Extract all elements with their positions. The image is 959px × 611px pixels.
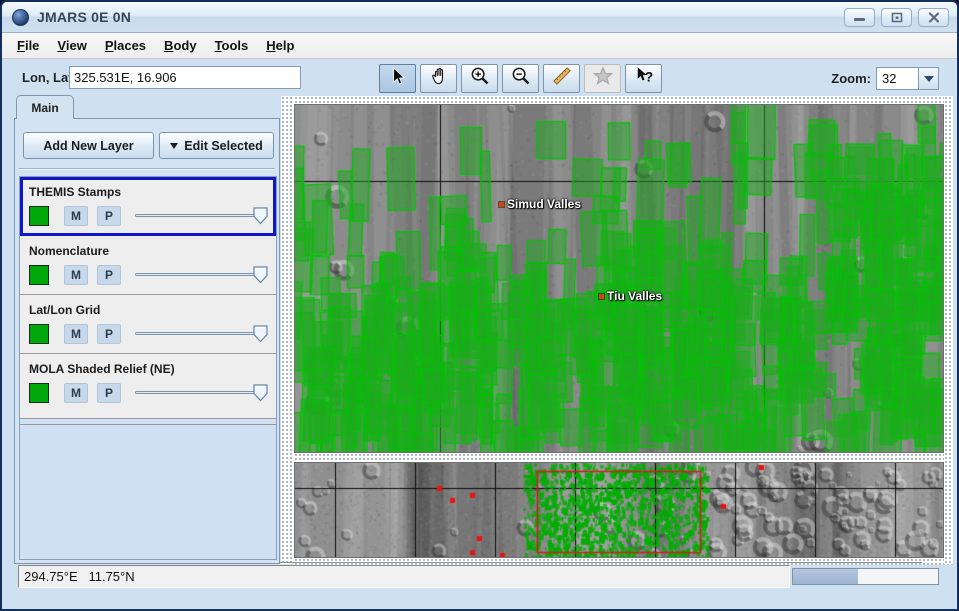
layer-p-button[interactable]: P	[97, 324, 121, 344]
lonlat-input[interactable]	[69, 66, 301, 89]
select-tool-button[interactable]	[379, 64, 416, 93]
tool-buttons: ?	[379, 64, 662, 93]
zoom-in-icon	[470, 66, 490, 91]
panner-canvas[interactable]	[295, 463, 943, 557]
layer-p-button[interactable]: P	[97, 265, 121, 285]
zoom-value: 32	[877, 68, 918, 89]
layer-name: THEMIS Stamps	[29, 185, 121, 199]
jmars-window: JMARS 0E 0N FileViewPlacesBodyToolsHelp …	[0, 0, 959, 611]
layer-name: Nomenclature	[29, 244, 109, 258]
zoom-in-tool-button[interactable]	[461, 64, 498, 93]
menu-view[interactable]: View	[48, 34, 95, 57]
select-icon	[388, 66, 408, 91]
pan-tool-button[interactable]	[420, 64, 457, 93]
slider-thumb[interactable]	[253, 266, 268, 289]
progress-fill	[793, 569, 858, 584]
zoom-out-icon	[511, 66, 531, 91]
split-divider[interactable]	[281, 96, 294, 564]
progress-bar	[792, 568, 939, 585]
close-button[interactable]	[918, 8, 949, 27]
main-map-canvas[interactable]	[295, 105, 943, 452]
layer-m-button[interactable]: M	[64, 206, 88, 226]
ruler-icon	[552, 66, 572, 91]
slider-track	[135, 332, 264, 335]
divider	[19, 168, 275, 170]
slider-track	[135, 391, 264, 394]
slider-track	[135, 214, 264, 217]
menu-help[interactable]: Help	[257, 34, 303, 57]
layer-visibility-swatch[interactable]	[29, 265, 49, 285]
zoom-label: Zoom:	[831, 71, 871, 86]
tool-bar: Lon, Lat ? Zoom: 32	[2, 59, 957, 96]
layer-p-button[interactable]: P	[97, 383, 121, 403]
slider-thumb[interactable]	[253, 207, 268, 230]
add-new-layer-button[interactable]: Add New Layer	[23, 132, 154, 159]
svg-text:?: ?	[644, 70, 652, 85]
minimize-button[interactable]	[844, 8, 875, 27]
chevron-down-icon	[170, 143, 178, 149]
window-controls	[844, 8, 949, 27]
menu-bar: FileViewPlacesBodyToolsHelp	[2, 33, 957, 59]
layer-row[interactable]: THEMIS Stamps MP	[20, 177, 276, 236]
maximize-button[interactable]	[881, 8, 912, 27]
layer-name: Lat/Lon Grid	[29, 303, 100, 317]
main-map-view[interactable]: Simud VallesTiu Valles	[294, 104, 944, 453]
menu-tools[interactable]: Tools	[206, 34, 258, 57]
slider-track	[135, 273, 264, 276]
menu-file[interactable]: File	[8, 34, 48, 57]
help-icon: ?	[634, 66, 654, 91]
zoom-out-tool-button[interactable]	[502, 64, 539, 93]
zoom-combo[interactable]: 32	[876, 67, 939, 90]
cursor-coordinates: 294.75°E 11.75°N	[18, 565, 790, 588]
layer-opacity-slider[interactable]	[135, 325, 268, 343]
layer-visibility-swatch[interactable]	[29, 324, 49, 344]
panner-view[interactable]	[294, 462, 944, 558]
tab-main[interactable]: Main	[16, 95, 74, 119]
layer-row[interactable]: Nomenclature MP	[20, 236, 276, 295]
title-bar[interactable]: JMARS 0E 0N	[2, 2, 957, 33]
measure-tool-button[interactable]	[543, 64, 580, 93]
star-icon	[593, 66, 613, 91]
layer-p-button[interactable]: P	[97, 206, 121, 226]
layer-m-button[interactable]: M	[64, 265, 88, 285]
edit-selected-label: Edit Selected	[184, 139, 263, 153]
slider-thumb[interactable]	[253, 325, 268, 348]
context-help-tool-button[interactable]: ?	[625, 64, 662, 93]
layer-row[interactable]: Lat/Lon Grid MP	[20, 295, 276, 354]
menu-places[interactable]: Places	[96, 34, 155, 57]
menu-body[interactable]: Body	[155, 34, 206, 57]
layer-visibility-swatch[interactable]	[29, 383, 49, 403]
window-title: JMARS 0E 0N	[37, 9, 131, 25]
layer-manager-panel: Add New Layer Edit Selected THEMIS Stamp…	[14, 118, 280, 564]
layer-opacity-slider[interactable]	[135, 266, 268, 284]
edit-selected-button[interactable]: Edit Selected	[159, 132, 274, 159]
map-margin-middle	[294, 453, 953, 462]
layer-list: THEMIS StampsMPNomenclatureMPLat/Lon Gri…	[19, 176, 277, 560]
zoom-combo-button[interactable]	[918, 68, 938, 89]
layer-opacity-slider[interactable]	[135, 207, 268, 225]
lonlat-label: Lon, Lat	[22, 70, 73, 85]
map-margin-right	[944, 96, 953, 564]
pan-icon	[429, 66, 449, 91]
chevron-down-icon	[924, 76, 934, 82]
layer-visibility-swatch[interactable]	[29, 206, 49, 226]
layer-m-button[interactable]: M	[64, 383, 88, 403]
layer-row[interactable]: MOLA Shaded Relief (NE) MP	[20, 354, 276, 419]
layer-list-empty-area	[20, 424, 276, 559]
layer-m-button[interactable]: M	[64, 324, 88, 344]
slider-thumb[interactable]	[253, 384, 268, 407]
stamp-tool-button	[584, 64, 621, 93]
layer-name: MOLA Shaded Relief (NE)	[29, 362, 175, 376]
app-globe-icon	[12, 9, 29, 26]
layer-opacity-slider[interactable]	[135, 384, 268, 402]
map-margin-top	[294, 96, 953, 104]
